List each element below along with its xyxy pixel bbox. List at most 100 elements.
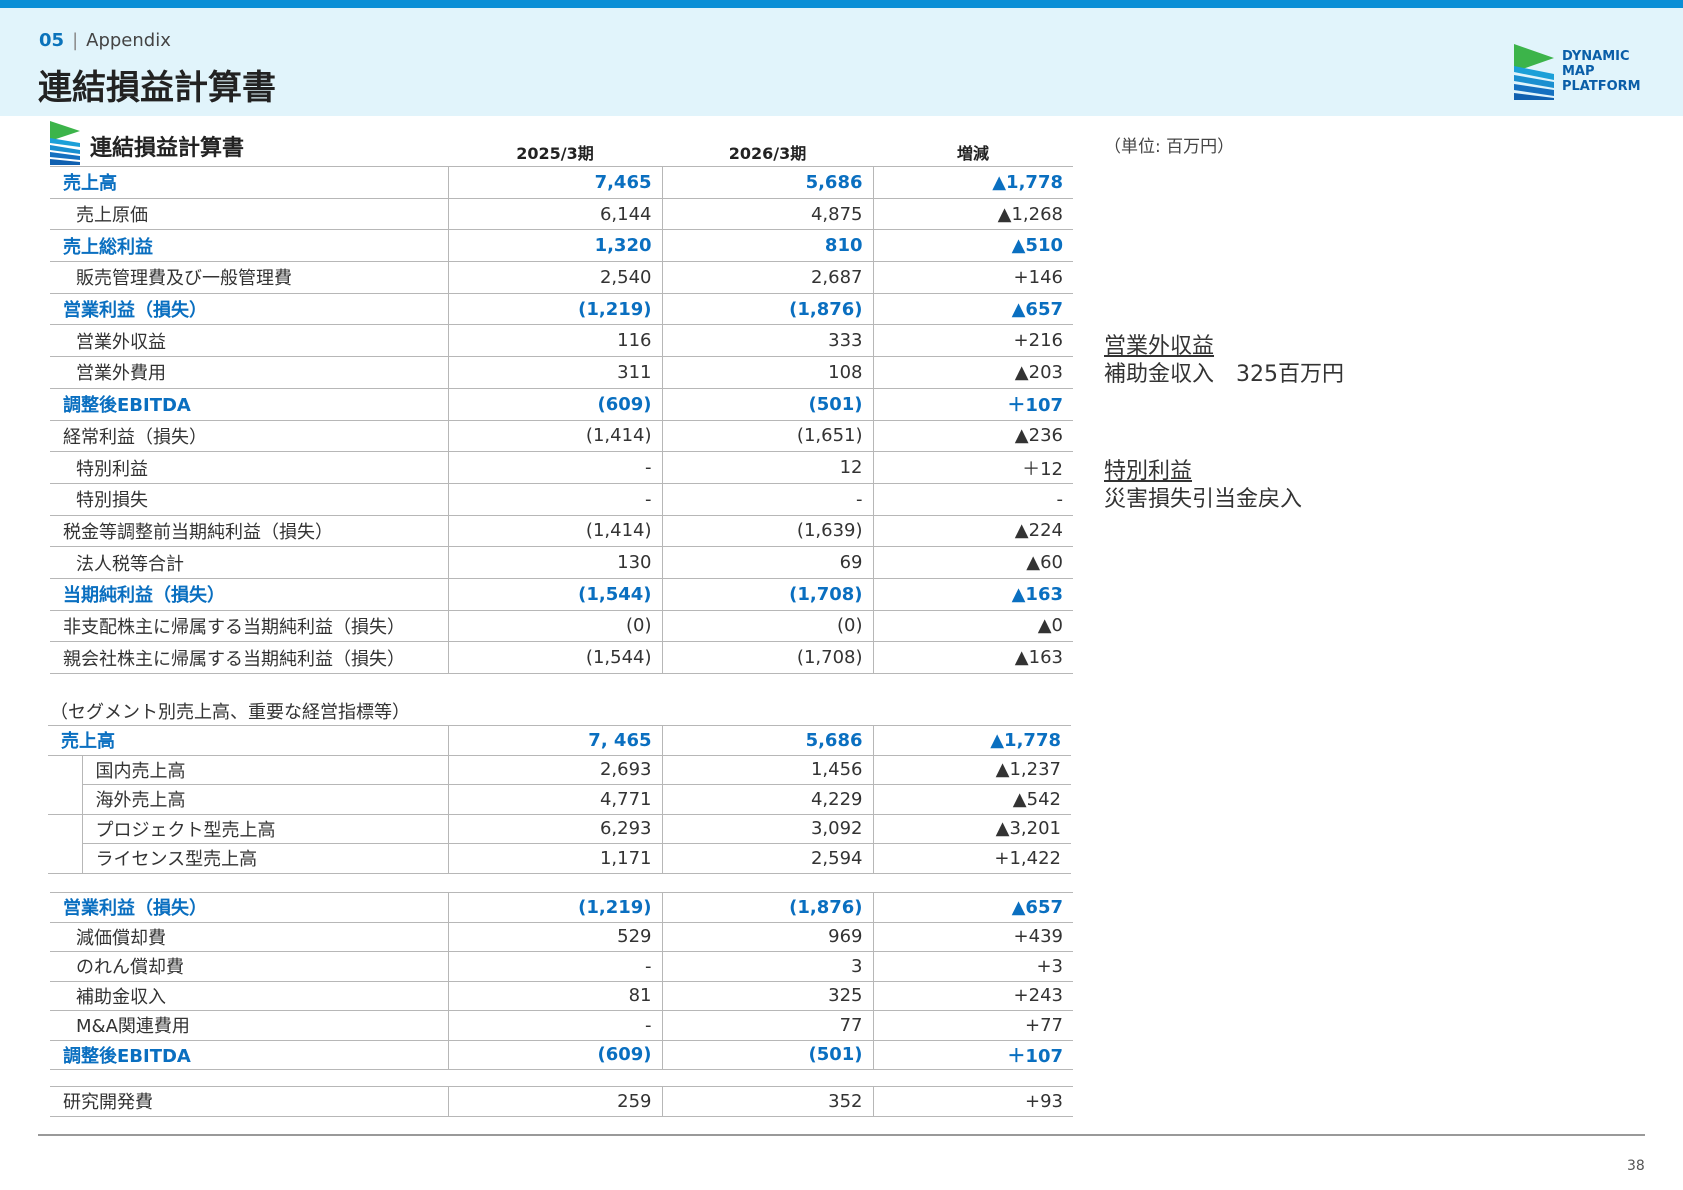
value-fy2026: (1,708)	[661, 641, 873, 674]
page-header: 05 | Appendix 連結損益計算書 DYNAMIC MAP PLATFORM	[0, 8, 1683, 116]
value-change: ▲0	[872, 610, 1073, 643]
value-fy2025: 7,465	[447, 166, 662, 199]
value-change: ▲224	[872, 515, 1073, 548]
table-row: 特別損失 - - -	[50, 483, 1073, 516]
segment-caption: （セグメント別売上高、重要な経営指標等）	[50, 702, 410, 723]
value-change: +146	[872, 261, 1073, 294]
row-label: ライセンス型売上高	[81, 843, 448, 874]
row-label: 海外売上高	[81, 784, 448, 815]
value-fy2026: (501)	[661, 1040, 873, 1070]
value-fy2026: 4,229	[661, 784, 873, 815]
value-change: +3	[872, 951, 1073, 982]
ebitda-table: 営業利益（損失） (1,219) (1,876) ▲657 減価償却費 529 …	[50, 892, 1073, 1070]
table-row: 販売管理費及び一般管理費 2,540 2,687 +146	[50, 261, 1073, 294]
row-label: 親会社株主に帰属する当期純利益（損失）	[50, 641, 448, 674]
section-number: 05	[39, 30, 65, 51]
value-fy2026: 810	[661, 229, 873, 263]
value-fy2026: 1,456	[661, 755, 873, 785]
column-header-fy2025: 2025/3期	[516, 144, 594, 163]
table-title-icon	[50, 121, 80, 165]
value-fy2025: (1,414)	[447, 420, 662, 453]
row-label: 非支配株主に帰属する当期純利益（損失）	[50, 610, 448, 643]
table-row: 特別利益 - 12 ＋12	[50, 451, 1073, 484]
table-row: 研究開発費 259 352 +93	[50, 1086, 1073, 1117]
table-row: プロジェクト型売上高 6,293 3,092 ▲3,201	[48, 813, 1071, 844]
note-body: 補助金収入 325百万円	[1104, 362, 1344, 387]
value-fy2025: 529	[447, 922, 662, 952]
value-change: ▲1,778	[872, 725, 1071, 756]
table-row: 調整後EBITDA (609) (501) ＋107	[50, 388, 1073, 421]
value-fy2025: (609)	[447, 1040, 662, 1070]
value-fy2025: 130	[447, 546, 662, 579]
value-change: -	[872, 483, 1073, 516]
row-label: 売上原価	[50, 198, 448, 231]
top-accent-bar	[0, 0, 1683, 8]
value-fy2026: (1,708)	[661, 578, 873, 611]
value-fy2026: 77	[661, 1010, 873, 1041]
row-label: 営業外費用	[50, 356, 448, 389]
income-statement-table: 売上高 7,465 5,686 ▲1,778 売上原価 6,144 4,875 …	[50, 166, 1073, 674]
table-title: 連結損益計算書	[90, 136, 245, 161]
value-fy2025: 311	[447, 356, 662, 389]
table-row: 法人税等合計 130 69 ▲60	[50, 546, 1073, 579]
table-row: 売上高 7,465 5,686 ▲1,778	[50, 166, 1073, 199]
row-label: 営業利益（損失）	[50, 293, 448, 326]
table-row: M&A関連費用 - 77 +77	[50, 1010, 1073, 1041]
section-indicator: 05 | Appendix	[39, 30, 171, 51]
value-fy2025: (1,219)	[447, 293, 662, 326]
value-fy2025: -	[447, 1010, 662, 1041]
row-label: プロジェクト型売上高	[81, 814, 448, 844]
value-change: ▲1,778	[872, 166, 1073, 199]
table-row: 税金等調整前当期純利益（損失） (1,414) (1,639) ▲224	[50, 515, 1073, 548]
rnd-table: 研究開発費 259 352 +93	[50, 1086, 1073, 1117]
unit-note: （単位: 百万円）	[1104, 137, 1235, 157]
row-label: 国内売上高	[81, 755, 448, 785]
table-row: 売上原価 6,144 4,875 ▲1,268	[50, 198, 1073, 231]
value-change: ▲542	[872, 784, 1071, 815]
value-fy2026: 3,092	[661, 814, 873, 844]
page-number: 38	[1627, 1158, 1645, 1174]
table-row: 海外売上高 4,771 4,229 ▲542	[48, 784, 1071, 815]
column-header-fy2026: 2026/3期	[728, 144, 807, 163]
row-label: 経常利益（損失）	[50, 420, 448, 453]
value-fy2026: 2,594	[661, 843, 873, 874]
row-label: 当期純利益（損失）	[50, 578, 448, 611]
value-fy2026: (1,639)	[661, 515, 873, 548]
table-row: 営業外費用 311 108 ▲203	[50, 356, 1073, 389]
note-heading: 特別利益	[1104, 459, 1193, 484]
value-change: ▲1,237	[872, 755, 1071, 785]
note-body: 災害損失引当金戻入	[1104, 487, 1303, 512]
table-row: 減価償却費 529 969 +439	[50, 922, 1073, 952]
note-extraordinary: 特別利益 災害損失引当金戻入	[1104, 458, 1302, 514]
logo-text: DYNAMIC MAP PLATFORM	[1562, 49, 1641, 94]
row-label: M&A関連費用	[50, 1010, 448, 1041]
value-fy2025: 81	[447, 981, 662, 1011]
value-change: ▲510	[872, 229, 1073, 263]
value-fy2026: 12	[661, 451, 873, 484]
value-change: +77	[872, 1010, 1073, 1041]
value-change: ▲3,201	[872, 814, 1071, 844]
row-label: のれん償却費	[50, 951, 448, 982]
table-row: 営業利益（損失） (1,219) (1,876) ▲657	[50, 892, 1073, 923]
footer-divider	[38, 1134, 1645, 1136]
value-fy2026: 5,686	[661, 166, 873, 199]
value-change: +439	[872, 922, 1073, 952]
row-label: 売上高	[48, 725, 448, 756]
row-label: 減価償却費	[50, 922, 448, 952]
value-fy2025: 259	[447, 1086, 662, 1117]
value-fy2025: (0)	[447, 610, 662, 643]
table-row: 営業外収益 116 333 +216	[50, 324, 1073, 358]
table-row: 非支配株主に帰属する当期純利益（損失） (0) (0) ▲0	[50, 610, 1073, 643]
value-fy2025: (1,544)	[447, 578, 662, 611]
value-change: ＋107	[872, 388, 1073, 421]
table-row: 当期純利益（損失） (1,544) (1,708) ▲163	[50, 578, 1073, 611]
value-change: ＋107	[872, 1040, 1073, 1070]
value-change: +93	[872, 1086, 1073, 1117]
segment-sales-table: 売上高 7, 465 5,686 ▲1,778 国内売上高 2,693 1,45…	[48, 725, 1071, 874]
value-fy2026: (1,876)	[661, 293, 873, 326]
value-fy2026: 325	[661, 981, 873, 1011]
row-label: 営業外収益	[50, 324, 448, 358]
value-fy2026: 352	[661, 1086, 873, 1117]
value-fy2026: -	[661, 483, 873, 516]
table-row: 国内売上高 2,693 1,456 ▲1,237	[48, 755, 1071, 785]
